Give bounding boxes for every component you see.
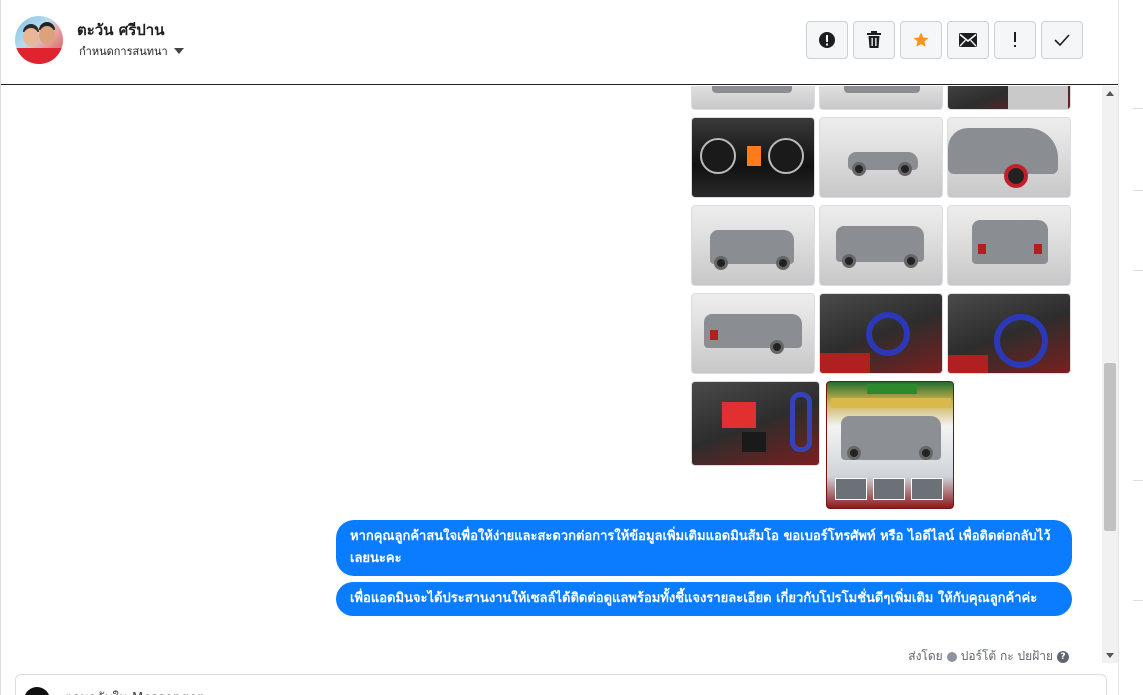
sent-by-line: ส่งโดย ปอร์โต้ กะ ปยฝ้าย ? <box>908 647 1069 666</box>
mark-done-button[interactable] <box>1041 21 1083 59</box>
assign-label: กำหนดการสนทนา <box>79 45 168 58</box>
alert-circle-icon <box>819 32 835 48</box>
thread-scrollbar[interactable] <box>1102 86 1118 663</box>
scroll-down-arrow-icon[interactable] <box>1106 653 1114 658</box>
envelope-icon <box>959 33 977 47</box>
car-photo[interactable] <box>819 86 943 110</box>
scrollbar-thumb[interactable] <box>1104 363 1116 531</box>
mark-unread-button[interactable] <box>947 21 989 59</box>
car-photo[interactable] <box>947 117 1071 198</box>
right-panel-edge <box>1118 0 1143 695</box>
exclamation-icon <box>1014 32 1016 47</box>
follow-up-button[interactable] <box>994 21 1036 59</box>
delete-button[interactable] <box>853 21 895 59</box>
star-button[interactable] <box>900 21 942 59</box>
assign-conversation-dropdown[interactable]: กำหนดการสนทนา <box>79 42 184 60</box>
sent-by-prefix: ส่งโดย <box>908 649 943 663</box>
sent-by-name[interactable]: ปอร์โต้ กะ ปยฝ้าย <box>961 647 1053 666</box>
star-icon <box>913 32 929 47</box>
avatar[interactable] <box>15 16 63 64</box>
message-bubble[interactable]: เพื่อแอดมินจะได้ประสานงานให้เซลล์ได้ติดต… <box>336 582 1072 616</box>
reply-composer[interactable]: ตอบกลับใน Messenger <box>15 674 1107 695</box>
message-thread[interactable]: หากคุณลูกค้าสนใจเพื่อให้ง่ายและสะดวกต่อก… <box>1 86 1101 666</box>
message-bubble[interactable]: หากคุณลูกค้าสนใจเพื่อให้ง่ายและสะดวกต่อก… <box>336 520 1072 576</box>
car-photo[interactable] <box>819 117 943 198</box>
mark-spam-button[interactable] <box>806 21 848 59</box>
car-photo[interactable] <box>691 293 815 374</box>
contact-name[interactable]: ตะวัน ศรีปาน <box>77 18 164 42</box>
messenger-icon <box>24 687 50 695</box>
car-photo[interactable] <box>819 205 943 286</box>
caret-down-icon <box>173 48 184 54</box>
trash-icon <box>867 31 881 48</box>
car-photo[interactable] <box>691 205 815 286</box>
car-photo[interactable] <box>691 86 815 110</box>
page: ตะวัน ศรีปาน กำหนดการสนทนา หากคุณลูกค้าส… <box>0 0 1143 695</box>
conversation-header: ตะวัน ศรีปาน กำหนดการสนทนา <box>1 0 1118 85</box>
action-toolbar <box>806 21 1083 59</box>
car-photo[interactable] <box>691 117 815 198</box>
car-photo[interactable] <box>691 381 820 466</box>
car-photo[interactable] <box>819 293 943 374</box>
car-photo[interactable] <box>947 205 1071 286</box>
car-photo[interactable] <box>947 86 1071 110</box>
promo-photo[interactable] <box>826 381 954 509</box>
conversation-panel: ตะวัน ศรีปาน กำหนดการสนทนา หากคุณลูกค้าส… <box>0 0 1118 695</box>
checkmark-icon <box>1054 34 1070 46</box>
scroll-up-arrow-icon[interactable] <box>1106 91 1114 96</box>
car-photo[interactable] <box>947 293 1071 374</box>
help-icon[interactable]: ? <box>1057 650 1069 663</box>
composer-placeholder[interactable]: ตอบกลับใน Messenger <box>64 687 203 695</box>
verified-icon <box>946 651 957 662</box>
